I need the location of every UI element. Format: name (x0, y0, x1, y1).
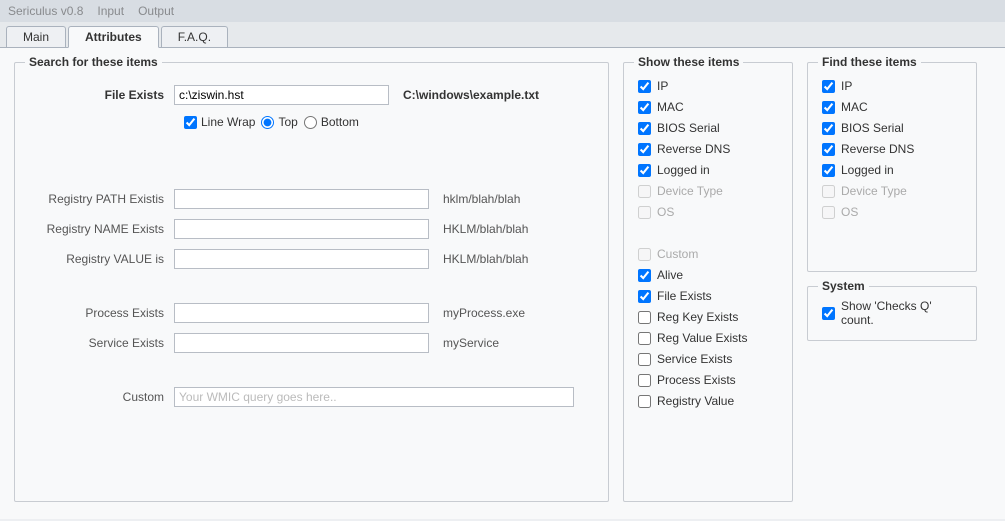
checkbox-label: File Exists (657, 289, 712, 303)
reg-value-input[interactable] (174, 249, 429, 269)
checkbox-label: Process Exists (657, 373, 736, 387)
checkbox-item[interactable]: Reverse DNS (822, 142, 962, 156)
checkbox-item: OS (822, 205, 962, 219)
checkbox-label: Alive (657, 268, 683, 282)
reg-name-label: Registry NAME Exists (29, 222, 174, 236)
checkbox-item[interactable]: MAC (822, 100, 962, 114)
checkbox-label: Registry Value (657, 394, 734, 408)
checkbox-item[interactable]: BIOS Serial (638, 121, 778, 135)
find-panel: Find these items IPMACBIOS SerialReverse… (807, 62, 977, 272)
checkbox-item[interactable]: BIOS Serial (822, 121, 962, 135)
service-input[interactable] (174, 333, 429, 353)
checkbox-label: IP (841, 79, 852, 93)
menu-input[interactable]: Input (97, 4, 124, 18)
process-label: Process Exists (29, 306, 174, 320)
bottom-radio[interactable]: Bottom (304, 115, 359, 129)
checkbox-label: Reg Value Exists (657, 331, 748, 345)
checkbox-item: Device Type (638, 184, 778, 198)
reg-name-hint: HKLM/blah/blah (443, 222, 528, 236)
file-exists-label: File Exists (29, 88, 174, 102)
checkbox-label: MAC (657, 100, 684, 114)
checkbox-label: Logged in (657, 163, 710, 177)
reg-path-input[interactable] (174, 189, 429, 209)
checkbox-label: Reverse DNS (841, 142, 914, 156)
top-radio[interactable]: Top (261, 115, 297, 129)
checkbox-label: Device Type (657, 184, 723, 198)
checkbox-item[interactable]: Reg Key Exists (638, 310, 778, 324)
service-hint: myService (443, 336, 499, 350)
tab-main[interactable]: Main (6, 26, 66, 47)
menu-output[interactable]: Output (138, 4, 174, 18)
file-exists-hint: C:\windows\example.txt (403, 88, 539, 102)
checkbox-item: Device Type (822, 184, 962, 198)
tab-faq[interactable]: F.A.Q. (161, 26, 228, 47)
process-hint: myProcess.exe (443, 306, 525, 320)
checkbox-item[interactable]: Logged in (822, 163, 962, 177)
system-legend: System (818, 279, 869, 293)
checkbox-label: OS (657, 205, 674, 219)
checkbox-item[interactable]: Alive (638, 268, 778, 282)
checkbox-item[interactable]: IP (822, 79, 962, 93)
checkbox-item[interactable]: MAC (638, 100, 778, 114)
system-panel: System Show 'Checks Q' count. (807, 286, 977, 341)
find-list: IP MAC BIOS Serial Reverse DNS Logged in Devi… (822, 75, 962, 219)
show-list-2: Custom Alive File Exists Reg Key Exists Reg … (638, 243, 778, 408)
show-checks-q[interactable]: Show 'Checks Q' count. (822, 299, 962, 327)
custom-input[interactable] (174, 387, 574, 407)
checkbox-label: Service Exists (657, 352, 732, 366)
checkbox-label: Reverse DNS (657, 142, 730, 156)
file-exists-input[interactable] (174, 85, 389, 105)
checkbox-item[interactable]: Process Exists (638, 373, 778, 387)
line-wrap-check[interactable]: Line Wrap (184, 115, 255, 129)
checkbox-item[interactable]: Service Exists (638, 352, 778, 366)
checkbox-item[interactable]: IP (638, 79, 778, 93)
checkbox-item[interactable]: File Exists (638, 289, 778, 303)
checkbox-label: IP (657, 79, 668, 93)
checkbox-label: Reg Key Exists (657, 310, 738, 324)
reg-value-hint: HKLM/blah/blah (443, 252, 528, 266)
reg-name-input[interactable] (174, 219, 429, 239)
checkbox-label: Device Type (841, 184, 907, 198)
app-title: Sericulus v0.8 (8, 4, 83, 18)
reg-path-hint: hklm/blah/blah (443, 192, 520, 206)
checkbox-item: Custom (638, 247, 778, 261)
tab-attributes[interactable]: Attributes (68, 26, 159, 48)
checkbox-item[interactable]: Reg Value Exists (638, 331, 778, 345)
checkbox-item[interactable]: Logged in (638, 163, 778, 177)
checkbox-label: Custom (657, 247, 698, 261)
show-panel: Show these items IPMACBIOS SerialReverse… (623, 62, 793, 502)
checkbox-item: OS (638, 205, 778, 219)
show-legend: Show these items (634, 55, 743, 69)
service-label: Service Exists (29, 336, 174, 350)
menubar: Sericulus v0.8 Input Output (0, 0, 1005, 22)
find-legend: Find these items (818, 55, 921, 69)
search-panel: Search for these items File Exists C:\wi… (14, 62, 609, 502)
custom-label: Custom (29, 390, 174, 404)
checkbox-item[interactable]: Registry Value (638, 394, 778, 408)
checkbox-label: BIOS Serial (657, 121, 720, 135)
checkbox-label: BIOS Serial (841, 121, 904, 135)
search-legend: Search for these items (25, 55, 162, 69)
process-input[interactable] (174, 303, 429, 323)
checkbox-label: MAC (841, 100, 868, 114)
reg-value-label: Registry VALUE is (29, 252, 174, 266)
tab-strip: Main Attributes F.A.Q. (0, 22, 1005, 48)
show-list-1: IP MAC BIOS Serial Reverse DNS Logged in Devi… (638, 75, 778, 219)
reg-path-label: Registry PATH Existis (29, 192, 174, 206)
checkbox-item[interactable]: Reverse DNS (638, 142, 778, 156)
checkbox-label: OS (841, 205, 858, 219)
checkbox-label: Logged in (841, 163, 894, 177)
